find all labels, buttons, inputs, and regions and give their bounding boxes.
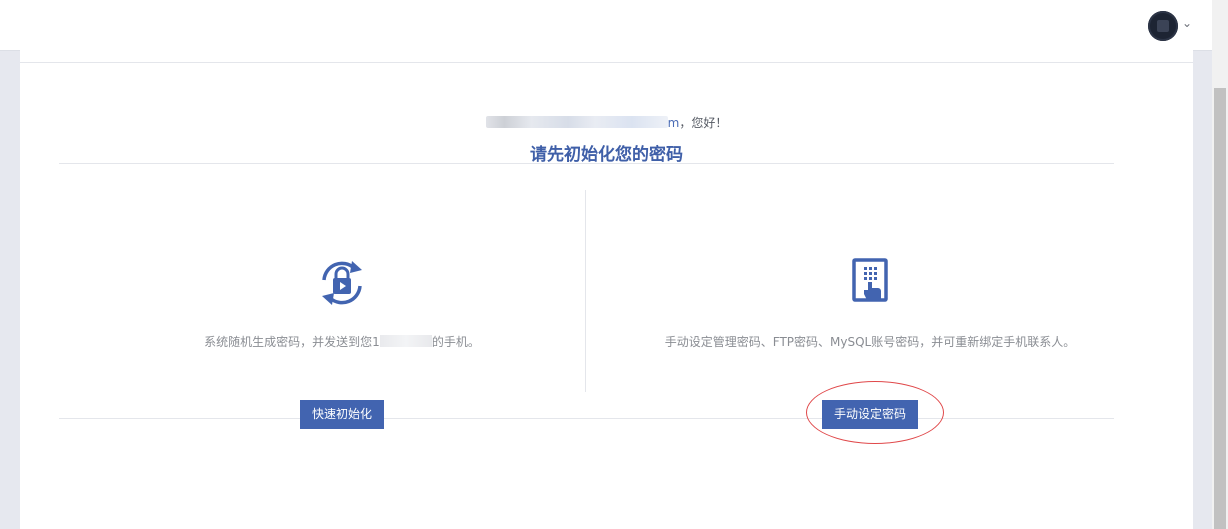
manual-set-description: 手动设定管理密码、FTP密码、MySQL账号密码，并可重新绑定手机联系人。 (664, 335, 1076, 349)
chevron-down-icon[interactable]: ⌄ (1182, 16, 1192, 30)
quick-desc-suffix: 的手机。 (431, 335, 480, 349)
greeting-text: ，您好！ (679, 116, 728, 130)
vertical-scrollbar[interactable] (1212, 0, 1228, 529)
section-divider-top (59, 163, 1114, 164)
card-divider (20, 62, 1193, 63)
top-bar: ⌄ (0, 0, 1212, 51)
manual-set-option: 手动设定管理密码、FTP密码、MySQL账号密码，并可重新绑定手机联系人。 手动… (606, 240, 1134, 442)
quick-desc-prefix: 系统随机生成密码，并发送到您1 (204, 335, 380, 349)
redacted-phone (379, 335, 432, 347)
scrollbar-thumb[interactable] (1214, 88, 1226, 529)
user-avatar-icon[interactable] (1148, 11, 1178, 41)
greeting-line: m，您好！ (20, 114, 1193, 131)
refresh-lock-icon (322, 261, 362, 305)
quick-init-option: 系统随机生成密码，并发送到您1 的手机。 快速初始化 (79, 240, 605, 442)
manual-set-password-button[interactable]: 手动设定密码 (822, 400, 919, 429)
quick-init-description: 系统随机生成密码，并发送到您1 的手机。 (79, 333, 605, 350)
email-suffix: m (667, 116, 680, 130)
quick-init-button[interactable]: 快速初始化 (300, 400, 385, 429)
keypad-phone-icon (852, 258, 888, 302)
page-title: 请先初始化您的密码 (530, 145, 683, 165)
redacted-email (485, 116, 668, 128)
